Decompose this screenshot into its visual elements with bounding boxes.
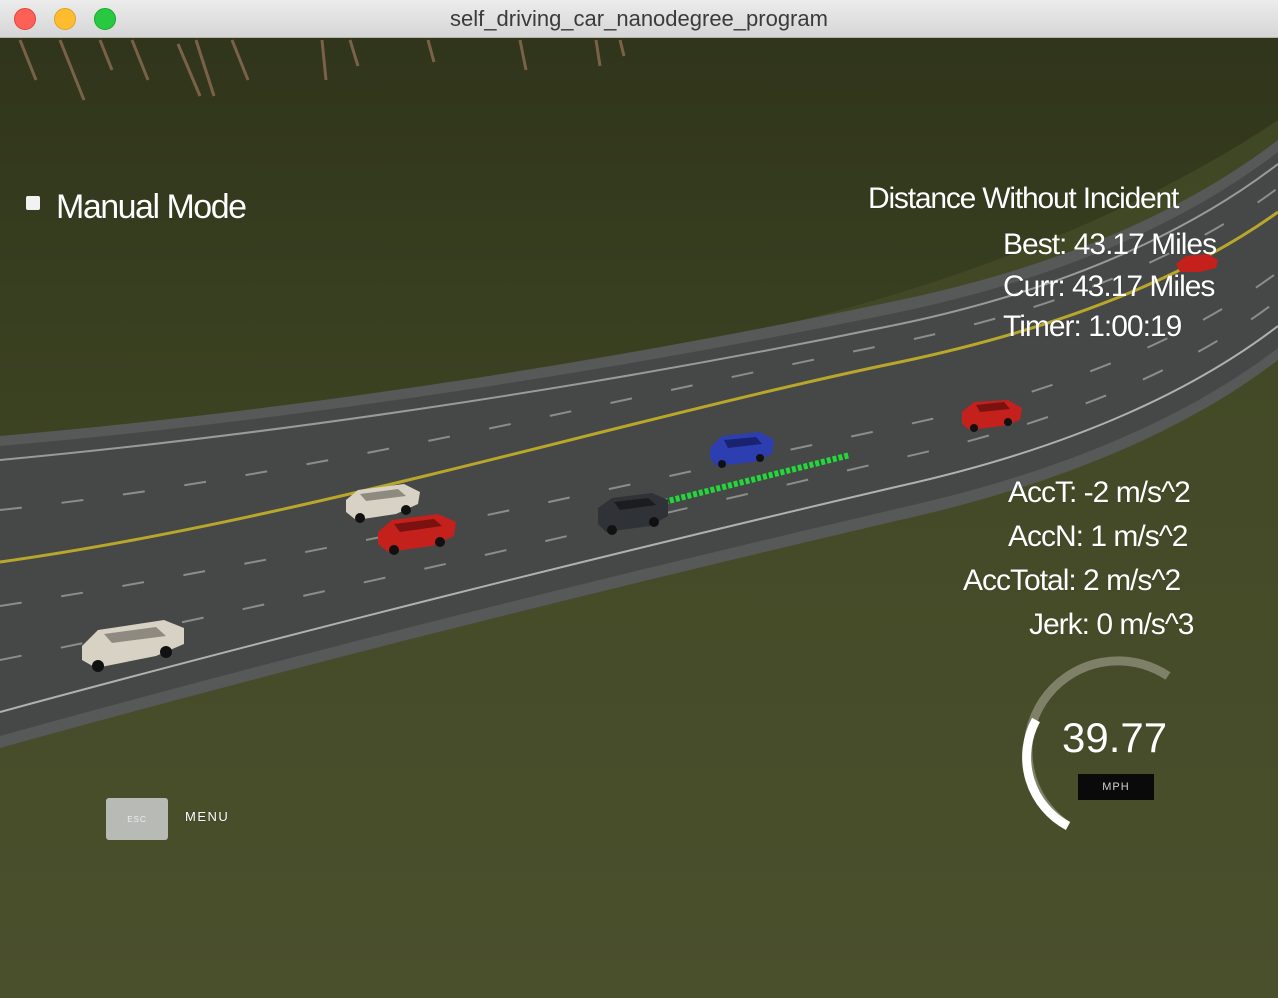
manual-mode-checkbox[interactable]: [26, 196, 40, 210]
menu-label[interactable]: MENU: [185, 809, 229, 824]
simulator-window: self_driving_car_nanodegree_program Manu…: [0, 0, 1278, 998]
speed-unit-label: MPH: [1078, 774, 1154, 800]
acc-t-readout: AccT: -2 m/s^2: [1008, 476, 1191, 509]
esc-key-button[interactable]: ESC: [106, 798, 168, 840]
acc-total-readout: AccTotal: 2 m/s^2: [963, 564, 1181, 597]
current-distance: Curr: 43.17 Miles: [1003, 270, 1215, 303]
timer: Timer: 1:00:19: [1003, 310, 1182, 343]
game-viewport[interactable]: Manual Mode Distance Without Incident Be…: [0, 38, 1278, 998]
manual-mode-label[interactable]: Manual Mode: [56, 188, 247, 227]
acc-n-readout: AccN: 1 m/s^2: [1008, 520, 1188, 553]
window-title: self_driving_car_nanodegree_program: [450, 6, 828, 31]
speed-value: 39.77: [1062, 714, 1168, 761]
title-bar: self_driving_car_nanodegree_program: [0, 0, 1278, 38]
best-distance: Best: 43.17 Miles: [1003, 228, 1217, 261]
distance-title: Distance Without Incident: [868, 182, 1179, 215]
jerk-readout: Jerk: 0 m/s^3: [1029, 608, 1194, 641]
